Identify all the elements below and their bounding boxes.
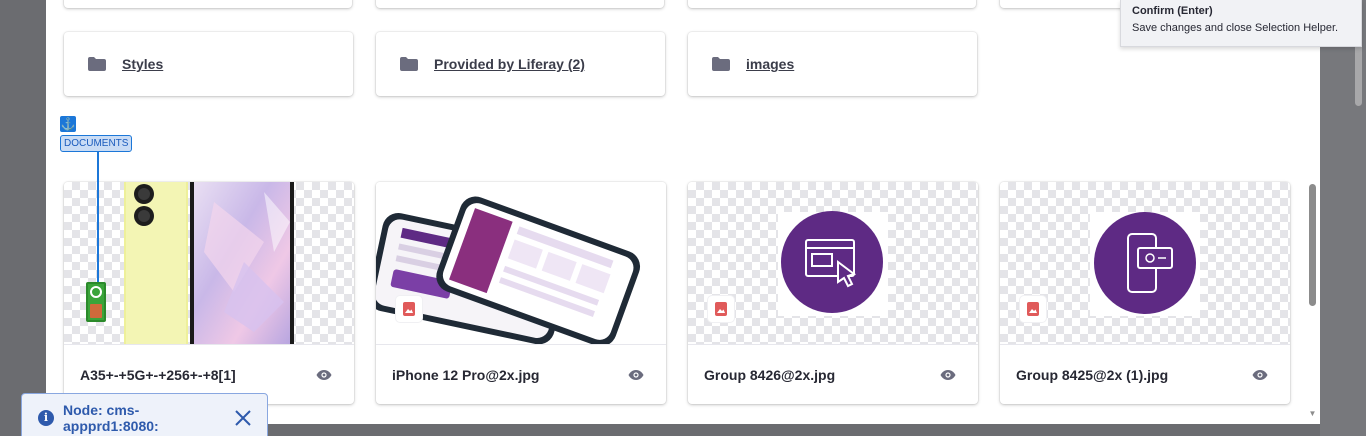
image-icon (90, 304, 102, 318)
selection-connector-line (97, 151, 99, 283)
scroll-down-arrow[interactable]: ▼ (1308, 410, 1317, 418)
document-selector-modal: Styles Provided by Liferay (2) images A3… (46, 0, 1320, 424)
document-caption: Group 8425@2x (1).jpg (1000, 344, 1290, 404)
target-icon (90, 286, 102, 298)
selection-target-marker[interactable] (86, 282, 106, 322)
folder-card[interactable]: Styles (64, 32, 353, 96)
folder-link[interactable]: Provided by Liferay (2) (434, 56, 585, 72)
document-name: Group 8425@2x (1).jpg (1016, 366, 1169, 383)
eye-icon[interactable] (1252, 369, 1268, 381)
eye-icon[interactable] (940, 369, 956, 381)
document-name: iPhone 12 Pro@2x.jpg (392, 366, 540, 383)
document-name: Group 8426@2x.jpg (704, 366, 836, 383)
anchor-icon[interactable]: ⚓ (60, 116, 76, 132)
confirm-tooltip: Confirm (Enter) Save changes and close S… (1120, 0, 1362, 47)
info-icon: i (38, 410, 54, 426)
card-partial (376, 0, 664, 8)
folder-link[interactable]: images (746, 56, 794, 72)
document-card[interactable]: Group 8425@2x (1).jpg (1000, 182, 1290, 404)
image-file-icon (396, 296, 422, 322)
folder-icon (88, 57, 106, 71)
card-partial (688, 0, 976, 8)
toast-message: Node: cms-appprd1:8080: (63, 402, 159, 434)
folder-card[interactable]: images (688, 32, 977, 96)
folder-icon (712, 57, 730, 71)
node-info-toast: i Node: cms-appprd1:8080: (21, 393, 268, 436)
card-partial (64, 0, 352, 8)
folder-link[interactable]: Styles (122, 56, 163, 72)
image-file-icon (1020, 296, 1046, 322)
modal-scrollbar-thumb[interactable] (1309, 184, 1316, 306)
eye-icon[interactable] (316, 369, 332, 381)
document-card[interactable]: A35+-+5G+-+256+-+8[1] (64, 182, 354, 404)
phone-preview-image (124, 182, 294, 344)
document-card[interactable]: iPhone 12 Pro@2x.jpg (376, 182, 666, 404)
image-file-icon (708, 296, 734, 322)
folder-icon (400, 57, 418, 71)
section-label-documents[interactable]: DOCUMENTS (60, 135, 133, 152)
close-icon[interactable] (231, 406, 255, 430)
document-name: A35+-+5G+-+256+-+8[1] (80, 366, 236, 383)
tooltip-description: Save changes and close Selection Helper. (1132, 22, 1339, 34)
eye-icon[interactable] (628, 369, 644, 381)
document-card[interactable]: Group 8426@2x.jpg (688, 182, 978, 404)
document-caption: Group 8426@2x.jpg (688, 344, 978, 404)
document-caption: iPhone 12 Pro@2x.jpg (376, 344, 666, 404)
document-preview (64, 182, 354, 344)
tooltip-title: Confirm (Enter) (1132, 5, 1213, 17)
folder-card[interactable]: Provided by Liferay (2) (376, 32, 665, 96)
